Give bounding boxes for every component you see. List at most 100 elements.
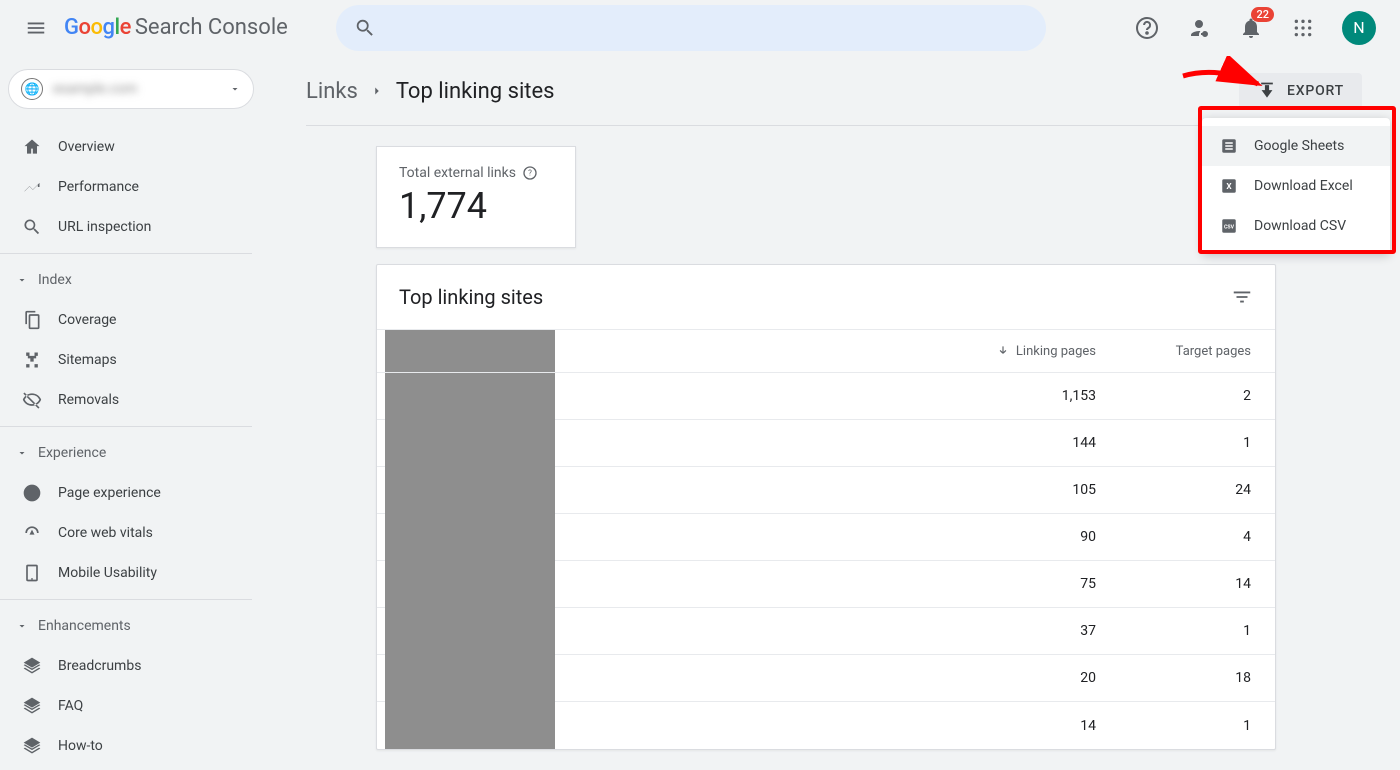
sidebar-item-how-to[interactable]: How-to bbox=[0, 726, 252, 766]
column-target-pages[interactable]: Target pages bbox=[1120, 330, 1275, 372]
cell-target-pages: 4 bbox=[1120, 529, 1275, 545]
hamburger-icon bbox=[25, 17, 47, 39]
card-title: Top linking sites bbox=[399, 285, 543, 309]
sidebar-item-label: Performance bbox=[58, 179, 139, 195]
cell-linking-pages: 105 bbox=[950, 482, 1120, 498]
people-settings-icon bbox=[1187, 16, 1211, 40]
sidebar-item-breadcrumbs[interactable]: Breadcrumbs bbox=[0, 646, 252, 686]
sidebar-item-label: Sitemaps bbox=[58, 352, 117, 368]
sidebar-section-experience[interactable]: Experience bbox=[10, 433, 252, 473]
search-icon bbox=[22, 217, 42, 237]
help-button[interactable] bbox=[1134, 15, 1160, 41]
export-option-label: Download CSV bbox=[1254, 218, 1346, 234]
table-body: 1,153 2 144 1 105 24 90 4 75 14 37 1 20 … bbox=[377, 373, 1275, 749]
cell-target-pages: 1 bbox=[1120, 623, 1275, 639]
sidebar-item-label: Coverage bbox=[58, 312, 116, 328]
app-header: Google Search Console 22 N bbox=[0, 0, 1400, 55]
trend-icon bbox=[22, 177, 42, 197]
sidebar-item-label: Overview bbox=[58, 139, 115, 155]
notifications-button[interactable]: 22 bbox=[1238, 15, 1264, 41]
sidebar-item-label: FAQ bbox=[58, 698, 83, 714]
chevron-right-icon bbox=[370, 84, 384, 98]
sheets-icon bbox=[1220, 137, 1238, 155]
export-option-download-csv[interactable]: CSV Download CSV bbox=[1202, 206, 1390, 246]
sidebar-item-sitemaps[interactable]: Sitemaps bbox=[0, 340, 252, 380]
filter-button[interactable] bbox=[1231, 286, 1253, 308]
property-selector[interactable]: 🌐 example.com bbox=[8, 69, 254, 109]
help-icon[interactable]: ? bbox=[522, 165, 538, 181]
hamburger-menu-button[interactable] bbox=[16, 8, 56, 48]
cell-linking-pages: 14 bbox=[950, 718, 1120, 734]
export-option-label: Download Excel bbox=[1254, 178, 1353, 194]
cell-linking-pages: 144 bbox=[950, 435, 1120, 451]
breadcrumb-parent[interactable]: Links bbox=[306, 79, 358, 104]
copy-icon bbox=[22, 310, 42, 330]
search-input[interactable] bbox=[336, 5, 1046, 51]
kpi-label: Total external links bbox=[399, 165, 516, 181]
sidebar-item-removals[interactable]: Removals bbox=[0, 380, 252, 420]
cell-linking-pages: 75 bbox=[950, 576, 1120, 592]
svg-text:X: X bbox=[1226, 182, 1232, 192]
sidebar-item-page-experience[interactable]: Page experience bbox=[0, 473, 252, 513]
export-option-label: Google Sheets bbox=[1254, 138, 1344, 154]
sidebar-item-label: Breadcrumbs bbox=[58, 658, 141, 674]
sidebar-item-performance[interactable]: Performance bbox=[0, 167, 252, 207]
chevron-down-icon bbox=[16, 620, 28, 632]
property-name: example.com bbox=[53, 81, 219, 97]
cell-target-pages: 14 bbox=[1120, 576, 1275, 592]
sidebar-item-label: How-to bbox=[58, 738, 103, 754]
export-option-download-excel[interactable]: X Download Excel bbox=[1202, 166, 1390, 206]
breadcrumb-current: Top linking sites bbox=[396, 79, 555, 104]
export-menu: Google Sheets X Download Excel CSV Downl… bbox=[1202, 118, 1390, 254]
sidebar-section-index[interactable]: Index bbox=[10, 260, 252, 300]
gauge-icon bbox=[22, 523, 42, 543]
apps-button[interactable] bbox=[1290, 15, 1316, 41]
export-label: EXPORT bbox=[1287, 83, 1344, 99]
sidebar-item-coverage[interactable]: Coverage bbox=[0, 300, 252, 340]
export-option-google-sheets[interactable]: Google Sheets bbox=[1202, 126, 1390, 166]
sitemap-icon bbox=[22, 350, 42, 370]
sort-desc-icon bbox=[996, 344, 1010, 358]
cell-target-pages: 18 bbox=[1120, 670, 1275, 686]
sidebar-item-mobile-usability[interactable]: Mobile Usability bbox=[0, 553, 252, 593]
table-header: Linking pages Target pages bbox=[377, 329, 1275, 373]
visibility-off-icon bbox=[22, 390, 42, 410]
divider bbox=[0, 599, 252, 600]
layers-icon bbox=[22, 656, 42, 676]
sidebar-item-faq[interactable]: FAQ bbox=[0, 686, 252, 726]
sidebar-item-url-inspection[interactable]: URL inspection bbox=[0, 207, 252, 247]
sidebar-item-label: Page experience bbox=[58, 485, 161, 501]
globe-icon: 🌐 bbox=[21, 78, 43, 100]
sidebar-item-core-web-vitals[interactable]: Core web vitals bbox=[0, 513, 252, 553]
help-icon bbox=[1135, 16, 1159, 40]
chevron-down-icon bbox=[16, 447, 28, 459]
users-button[interactable] bbox=[1186, 15, 1212, 41]
layers-icon bbox=[22, 736, 42, 756]
redacted-site-column bbox=[385, 373, 555, 749]
sidebar-item-overview[interactable]: Overview bbox=[0, 127, 252, 167]
svg-text:?: ? bbox=[528, 169, 532, 178]
apps-grid-icon bbox=[1293, 18, 1313, 38]
export-button[interactable]: EXPORT bbox=[1239, 73, 1362, 109]
mobile-icon bbox=[22, 563, 42, 583]
kpi-value: 1,774 bbox=[399, 185, 555, 227]
cell-target-pages: 24 bbox=[1120, 482, 1275, 498]
notification-badge: 22 bbox=[1251, 7, 1274, 22]
csv-icon: CSV bbox=[1220, 217, 1238, 235]
sidebar: 🌐 example.com Overview Performance URL i… bbox=[0, 55, 262, 770]
column-linking-pages[interactable]: Linking pages bbox=[950, 330, 1120, 372]
filter-icon bbox=[1231, 286, 1253, 308]
chevron-down-icon bbox=[16, 274, 28, 286]
sidebar-section-enhancements[interactable]: Enhancements bbox=[10, 606, 252, 646]
cell-target-pages: 1 bbox=[1120, 435, 1275, 451]
product-name: Search Console bbox=[135, 15, 288, 40]
layers-icon bbox=[22, 696, 42, 716]
redacted-site-column bbox=[385, 330, 555, 372]
kpi-card-total-links: Total external links ? 1,774 bbox=[376, 146, 576, 248]
top-linking-sites-card: Top linking sites Linking pages Target p… bbox=[376, 264, 1276, 750]
google-logo-text: Google bbox=[64, 15, 131, 40]
divider bbox=[0, 253, 252, 254]
account-avatar[interactable]: N bbox=[1342, 11, 1376, 45]
search-icon bbox=[354, 17, 376, 39]
divider bbox=[0, 426, 252, 427]
